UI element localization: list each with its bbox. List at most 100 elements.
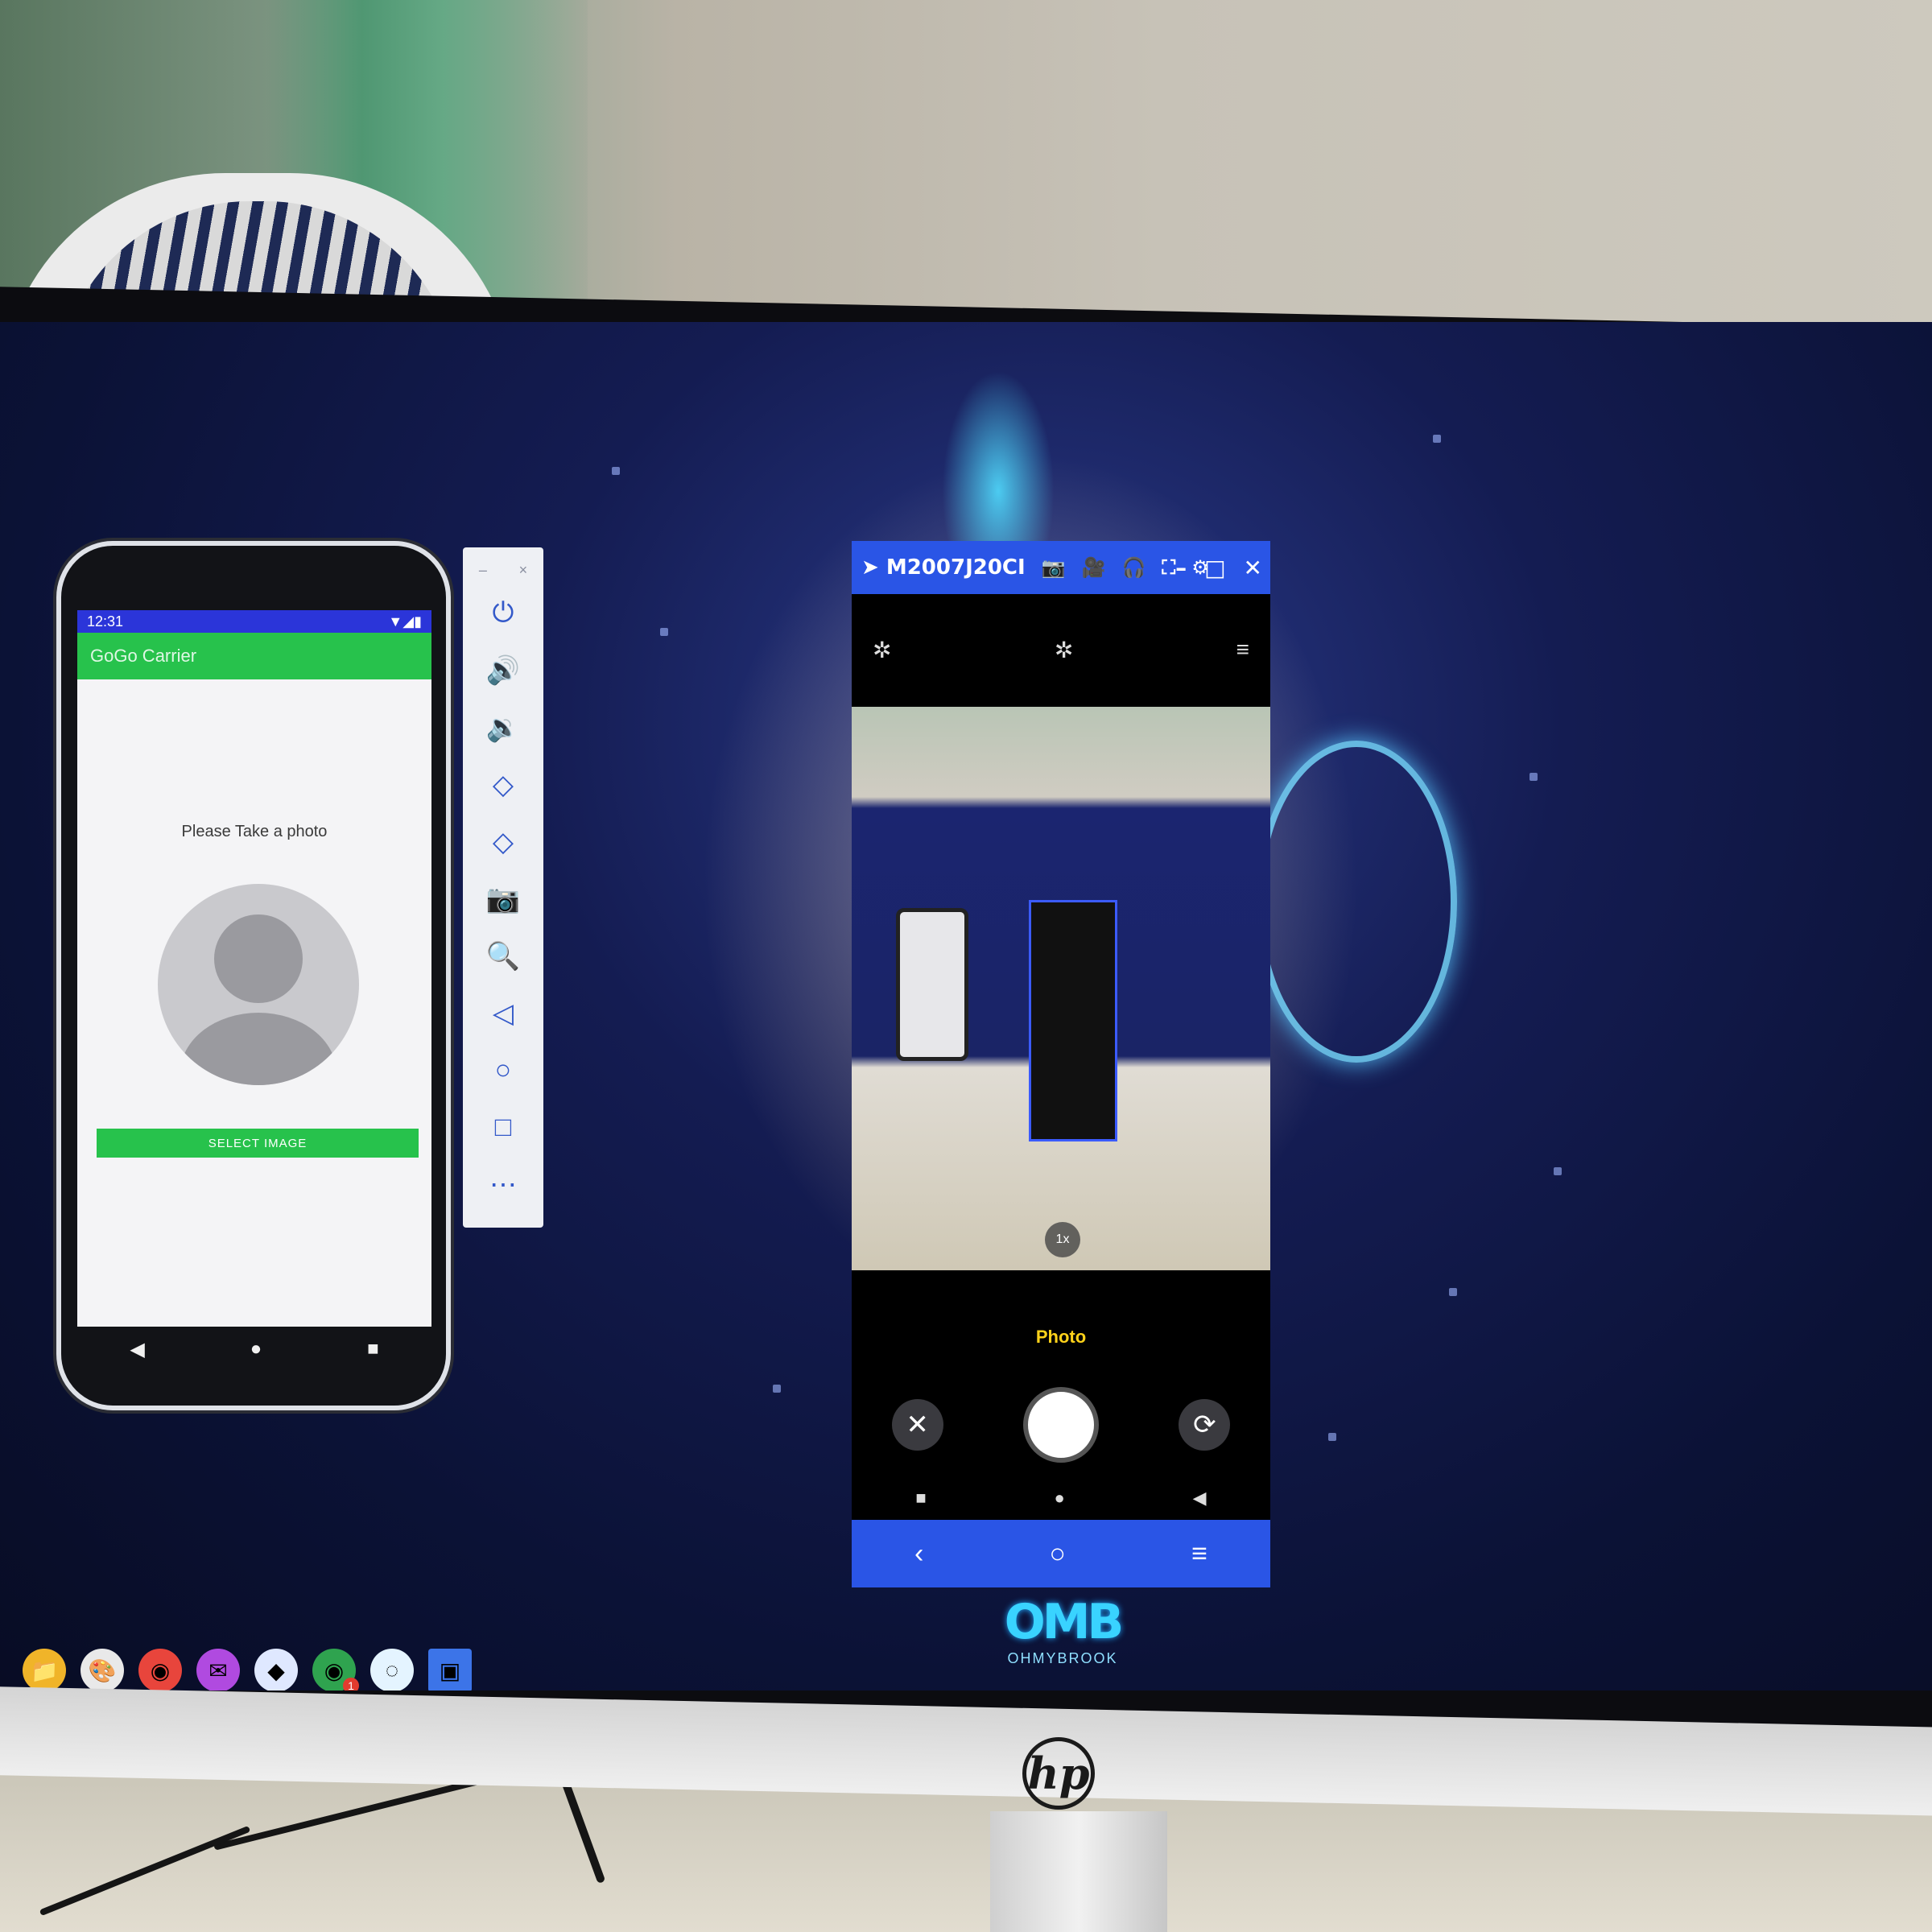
camera-button[interactable]: 📷	[479, 870, 527, 927]
close-button[interactable]: ✕	[1244, 555, 1262, 581]
app-bar: GoGo Carrier	[77, 633, 431, 679]
nav-recents-button[interactable]: ■	[367, 1338, 379, 1360]
switch-camera-button[interactable]: ⟳	[1179, 1399, 1231, 1451]
audio-icon[interactable]: 🎧	[1121, 556, 1146, 579]
window-title: M2007J20CI	[886, 555, 1026, 580]
toolbar-buttons: ⏻ 🔊 🔉 ◇ ◇ 📷 🔍 ◁ ○ □ ⋯	[479, 584, 527, 1213]
scrcpy-window: ➤ M2007J20CI 📷 🎥 🎧 ⛶ ⚙ – □ ✕ ✲ ✲ ≡ 1x Ph…	[852, 541, 1270, 1587]
app-blue-icon[interactable]: ◆	[254, 1649, 298, 1690]
logo-text: OHMYBROOK	[1007, 1650, 1118, 1666]
wallpaper-speck	[1530, 773, 1538, 781]
emulator-screen[interactable]: 12:31 ▼◢▮ GoGo Carrier Please Take a pho…	[77, 610, 431, 1327]
volume-up-button[interactable]: 🔊	[479, 642, 527, 699]
paint-icon[interactable]: 🎨	[80, 1649, 124, 1690]
scrcpy-menu-button[interactable]: ≡	[1191, 1538, 1208, 1570]
viewfinder-window-image	[1029, 900, 1117, 1141]
emulator-toolbar: – × ⏻ 🔊 🔉 ◇ ◇ 📷 🔍 ◁ ○ □ ⋯	[463, 547, 543, 1228]
rotate-left-icon: ◇	[492, 769, 514, 800]
file-explorer-icon[interactable]: 📁	[23, 1649, 66, 1690]
taskbar: 📁 🎨 ◉ ✉ ◆ ◉ 1 ◌ ▣	[0, 1642, 515, 1690]
rotate-right-icon: ◇	[492, 826, 514, 857]
home-icon: ○	[494, 1055, 512, 1085]
mirrored-nav-bar: ■ ● ◀	[852, 1488, 1270, 1509]
volume-down-button[interactable]: 🔉	[479, 699, 527, 756]
scrcpy-nav-bar: ‹ ○ ≡	[852, 1520, 1270, 1587]
power-button[interactable]: ⏻	[479, 584, 527, 642]
zoom-button[interactable]: 1x	[1045, 1222, 1080, 1257]
wallpaper-logo: OMB OHMYBROOK	[998, 1594, 1127, 1667]
status-icons: ▼◢▮	[388, 613, 422, 630]
emulator-phone: 12:31 ▼◢▮ GoGo Carrier Please Take a pho…	[56, 541, 451, 1410]
status-time: 12:31	[87, 613, 124, 630]
wallpaper-speck	[660, 628, 668, 636]
hp-logo: hp	[1022, 1737, 1095, 1810]
power-icon: ⏻	[492, 597, 514, 628]
nav-back-button[interactable]: ◀	[130, 1338, 144, 1361]
cursor-icon: ➤	[861, 555, 886, 580]
cancel-button[interactable]: ✕	[891, 1399, 943, 1451]
toolbar-minimize-button[interactable]: –	[479, 562, 487, 579]
overview-icon: □	[494, 1112, 512, 1142]
volume-up-icon: 🔊	[485, 654, 521, 686]
emulator-nav-bar: ◀ ● ■	[77, 1333, 431, 1365]
shutter-button[interactable]	[1022, 1387, 1099, 1463]
mirrored-phone-screen: ✲ ✲ ≡ 1x Photo ✕ ⟳ ■ ● ◀	[852, 594, 1270, 1520]
window-buttons: – □ ✕	[1175, 541, 1262, 594]
menu-icon[interactable]: ≡	[1236, 637, 1249, 663]
chrome-notify-icon[interactable]: ◉ 1	[312, 1649, 359, 1690]
desktop-screen: 12:31 ▼◢▮ GoGo Carrier Please Take a pho…	[0, 322, 1932, 1690]
messenger-icon[interactable]: ✉	[196, 1649, 240, 1690]
record-icon[interactable]: 🎥	[1082, 556, 1106, 579]
back-button[interactable]: ◁	[479, 985, 527, 1042]
app-selected-icon[interactable]: ▣	[428, 1649, 472, 1690]
nav-home-button[interactable]: ●	[250, 1338, 262, 1360]
select-image-button[interactable]: SELECT IMAGE	[97, 1129, 419, 1158]
status-bar: 12:31 ▼◢▮	[77, 610, 431, 633]
wallpaper-speck	[1328, 1433, 1336, 1441]
flash-icon[interactable]: ✲	[873, 637, 891, 663]
rotate-left-button[interactable]: ◇	[479, 756, 527, 813]
camera-top-bar: ✲ ✲ ≡	[852, 594, 1270, 705]
logo-mark: OMB	[1004, 1594, 1124, 1650]
camera-viewfinder[interactable]: 1x	[852, 707, 1270, 1270]
zoom-icon: 🔍	[485, 940, 521, 972]
scrcpy-home-button[interactable]: ○	[1049, 1538, 1066, 1570]
minimize-button[interactable]: –	[1175, 555, 1187, 581]
scrcpy-title-bar[interactable]: ➤ M2007J20CI 📷 🎥 🎧 ⛶ ⚙ – □ ✕	[852, 541, 1270, 594]
overview-button[interactable]: □	[479, 1099, 527, 1156]
app-cyan-icon[interactable]: ◌	[370, 1649, 414, 1690]
home-button[interactable]: ○	[479, 1042, 527, 1099]
more-button[interactable]: ⋯	[479, 1156, 527, 1213]
maximize-button[interactable]: □	[1204, 555, 1225, 581]
camera-mode-label[interactable]: Photo	[852, 1327, 1270, 1348]
wallpaper-speck	[1554, 1167, 1562, 1175]
photo-prompt: Please Take a photo	[181, 823, 328, 840]
avatar-head	[214, 914, 303, 1003]
mirrored-recents-button[interactable]: ■	[915, 1488, 926, 1509]
screenshot-icon[interactable]: 📷	[1042, 556, 1066, 579]
scrcpy-back-button[interactable]: ‹	[914, 1538, 923, 1570]
mirrored-back-button[interactable]: ◀	[1193, 1488, 1207, 1509]
camera-icon: 📷	[485, 883, 521, 914]
avatar-body	[180, 1013, 336, 1085]
ai-icon[interactable]: ✲	[1055, 637, 1073, 663]
chrome-icon[interactable]: ◉	[138, 1649, 182, 1690]
rotate-right-button[interactable]: ◇	[479, 813, 527, 870]
zoom-button[interactable]: 🔍	[479, 927, 527, 985]
camera-controls: ✕ ⟳	[852, 1387, 1270, 1463]
wallpaper-speck	[773, 1385, 781, 1393]
fullscreen-icon[interactable]: ⛶	[1162, 556, 1175, 579]
wallpaper-speck	[612, 467, 620, 475]
viewfinder-phone-image	[896, 908, 968, 1061]
back-icon: ◁	[492, 997, 514, 1029]
volume-down-icon: 🔉	[485, 712, 521, 743]
toolbar-window-controls: – ×	[463, 555, 543, 584]
wallpaper-speck	[1449, 1288, 1457, 1296]
wallpaper-ring	[1256, 741, 1457, 1063]
more-icon: ⋯	[489, 1169, 517, 1200]
monitor-stand	[990, 1811, 1167, 1932]
toolbar-close-button[interactable]: ×	[519, 562, 528, 579]
mirrored-home-button[interactable]: ●	[1055, 1488, 1065, 1509]
app-title: GoGo Carrier	[90, 646, 197, 666]
avatar-placeholder	[158, 884, 359, 1085]
